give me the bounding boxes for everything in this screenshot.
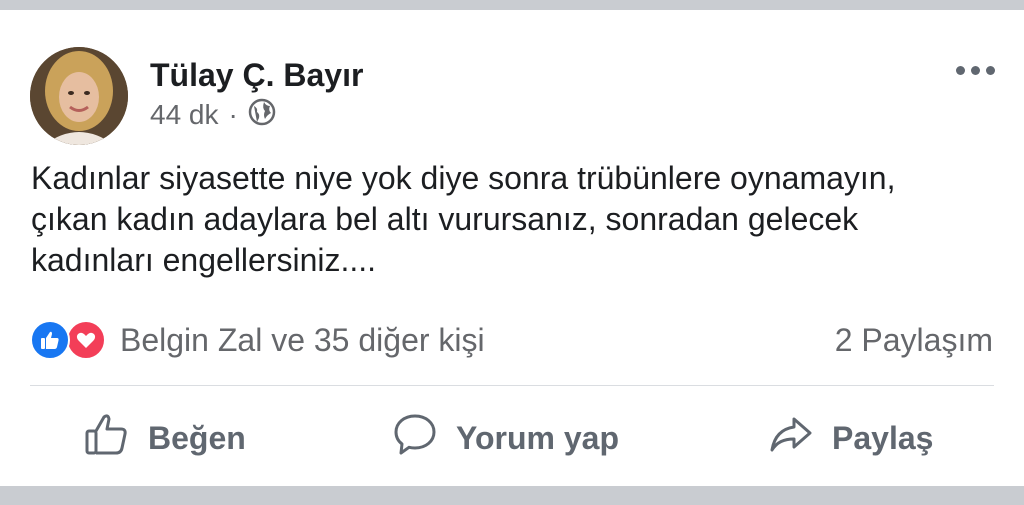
like-icon — [30, 320, 70, 360]
post-time[interactable]: 44 dk — [150, 99, 219, 131]
post-card: Tülay Ç. Bayır 44 dk · Kadınlar siyasett… — [0, 10, 1024, 486]
like-label: Beğen — [148, 419, 246, 456]
share-arrow-icon — [768, 411, 814, 465]
shares-count[interactable]: 2 Paylaşım — [835, 318, 993, 362]
author-avatar[interactable] — [30, 47, 128, 145]
share-button[interactable]: Paylaş — [768, 408, 933, 468]
meta-separator: · — [228, 99, 238, 130]
love-icon — [66, 320, 106, 360]
more-dot — [955, 65, 965, 75]
more-dot — [985, 65, 995, 75]
more-options-button[interactable] — [950, 56, 1000, 84]
reaction-icons — [30, 320, 110, 360]
action-bar: Beğen Yorum yap Paylaş — [0, 408, 1024, 468]
post-text: Kadınlar siyasette niye yok diye sonra t… — [31, 158, 1006, 281]
comment-icon — [392, 411, 438, 465]
post-text-line: çıkan kadın adaylara bel altı vurursanız… — [31, 201, 859, 237]
post-meta: 44 dk · — [150, 95, 276, 135]
reactions-summary[interactable]: Belgin Zal ve 35 diğer kişi — [30, 318, 485, 362]
post-text-line: Kadınlar siyasette niye yok diye sonra t… — [31, 160, 896, 196]
share-label: Paylaş — [832, 419, 934, 456]
thumbs-up-icon — [84, 411, 130, 465]
like-button[interactable]: Beğen — [84, 408, 246, 468]
more-dot — [970, 65, 980, 75]
divider — [30, 385, 994, 386]
post-text-line: kadınları engellersiniz.... — [31, 242, 377, 278]
comment-label: Yorum yap — [456, 419, 619, 456]
reactions-text: Belgin Zal ve 35 diğer kişi — [120, 321, 485, 358]
author-name[interactable]: Tülay Ç. Bayır — [150, 55, 363, 95]
comment-button[interactable]: Yorum yap — [392, 408, 619, 468]
globe-icon — [248, 98, 276, 133]
